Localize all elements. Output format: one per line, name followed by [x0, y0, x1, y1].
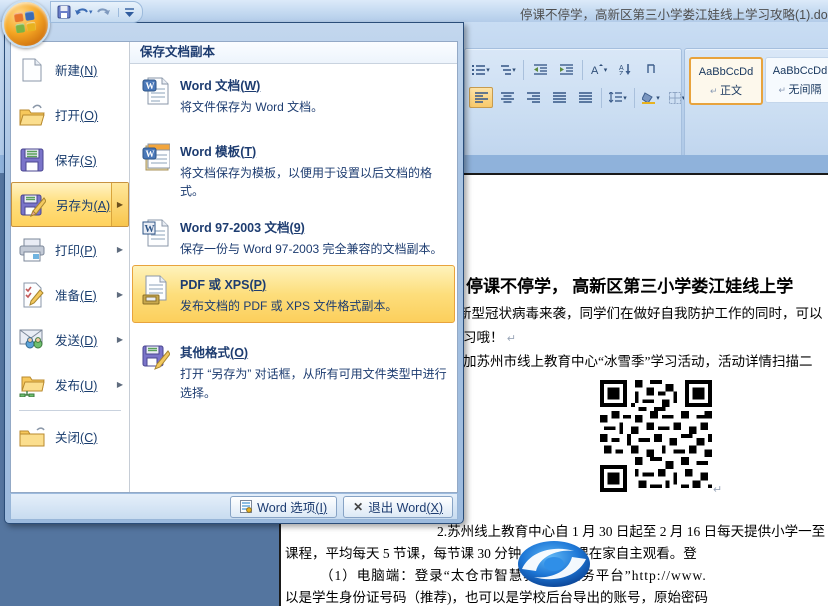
menu-separator [19, 410, 121, 411]
office-menu-left-column: 新建N 打开O 保存S [11, 42, 129, 492]
document-heading: 停课不停学， 高新区第三小学娄江娃线上学 [466, 272, 793, 297]
menu-item-print[interactable]: 打印P ▶ [11, 227, 129, 272]
submenu-item-word-document[interactable]: W Word 文档W 将文件保存为 Word 文档。 [132, 66, 455, 124]
save-as-floppy-pencil-icon [18, 192, 48, 218]
close-folder-icon [17, 427, 47, 447]
svg-text:A: A [591, 65, 599, 75]
style-name: 无间隔 [766, 81, 828, 97]
open-folder-icon [17, 104, 47, 126]
send-email-icon [17, 329, 47, 351]
numbering-button[interactable]: ▾ [469, 59, 493, 80]
office-logo-icon [14, 11, 37, 34]
submenu-arrow-icon: ▶ [117, 290, 123, 299]
menu-item-publish[interactable]: 发布U ▶ [11, 362, 129, 407]
save-floppy-icon [17, 148, 47, 172]
submenu-item-pdf-xps[interactable]: PDF 或 XPSP 发布文档的 PDF 或 XPS 文件格式副本。 [132, 265, 455, 323]
separator [523, 60, 524, 80]
office-button[interactable] [2, 0, 50, 48]
qat-undo-button[interactable]: ▾ [74, 6, 93, 18]
submenu-header: 保存文档副本 [130, 42, 457, 64]
align-center-button[interactable] [495, 87, 519, 108]
word-options-icon [240, 500, 252, 513]
decrease-indent-button[interactable] [528, 59, 552, 80]
align-left-button[interactable] [469, 87, 493, 108]
menu-item-prepare[interactable]: 准备E ▶ [11, 272, 129, 317]
menu-item-close[interactable]: 关闭C [11, 414, 129, 459]
asian-layout-button[interactable]: A▾ [587, 59, 611, 80]
prepare-document-icon [17, 282, 47, 308]
style-sample: AaBbCcDd [766, 65, 828, 77]
word-options-button[interactable]: Word 选项I [230, 496, 337, 518]
other-formats-icon [141, 342, 171, 402]
word-97-2003-icon: W [141, 217, 171, 259]
separator [634, 88, 635, 108]
style-normal[interactable]: AaBbCcDd 正文 [689, 57, 763, 105]
svg-text:W: W [146, 81, 155, 91]
exit-word-button[interactable]: ✕ 退出 WordX [343, 496, 453, 518]
separator [601, 88, 602, 108]
svg-text:Z: Z [619, 71, 624, 75]
menu-item-save[interactable]: 保存S [11, 137, 129, 182]
word-template-icon: W [141, 141, 171, 201]
multilevel-list-button[interactable]: ▾ [495, 59, 519, 80]
printer-icon [17, 238, 47, 262]
exit-x-icon: ✕ [353, 500, 363, 514]
office-menu: 新建N 打开O 保存S [4, 22, 464, 524]
document-line: （1）电脑端：登录“太仓市智慧教育云服务平台”http://www. [320, 564, 707, 584]
paragraph-mark-icon [713, 483, 722, 496]
separator [582, 60, 583, 80]
submenu-arrow-icon: ▶ [117, 245, 123, 254]
submenu-item-word-template[interactable]: W Word 模板T 将文档保存为模板，以便用于设置以后文档的格式。 [132, 132, 455, 208]
line-spacing-button[interactable]: ▾ [606, 87, 630, 108]
document-line: 2.苏州线上教育中心自 1 月 30 日起至 2 月 16 日每天提供小学一至 [437, 520, 825, 540]
style-sample: AaBbCcDd [691, 66, 761, 78]
submenu-item-word-97-2003[interactable]: W Word 97-2003 文档9 保存一份与 Word 97-2003 完全… [132, 208, 455, 266]
submenu-arrow-icon: ▶ [117, 335, 123, 344]
menu-item-new[interactable]: 新建N [11, 47, 129, 92]
save-as-submenu: 保存文档副本 W Word 文档W 将文件保存为 Word 文档。 W [129, 42, 457, 492]
document-line: 加苏州市线上教育中心“冰雪季”学习活动，活动详情扫描二 [463, 350, 812, 370]
document-line: 以是学生身份证号码（推荐)，也可以是学校后台导出的账号，原始密码 [285, 586, 708, 606]
submenu-arrow-icon: ▶ [117, 380, 123, 389]
increase-indent-button[interactable] [554, 59, 578, 80]
document-line: 习哦！ [463, 326, 516, 346]
qat-redo-button[interactable] [96, 6, 111, 18]
document-line: 新型冠状病毒来袭，同学们在做好自我防护工作的同时，可以 [458, 302, 823, 322]
svg-text:W: W [146, 149, 155, 159]
justify-button[interactable] [547, 87, 571, 108]
document-line: 课程，平均每天 5 节课，每节课 30 分钟。同学们课在家自主观看。登 [285, 542, 697, 562]
align-right-button[interactable] [521, 87, 545, 108]
publish-folder-icon [17, 373, 47, 397]
pdf-xps-icon [141, 274, 171, 316]
submenu-item-other-formats[interactable]: 其他格式O 打开 “另存为” 对话框，从所有可用文件类型中进行选择。 [132, 333, 455, 409]
style-no-spacing[interactable]: AaBbCcDd 无间隔 [765, 57, 828, 103]
window-title: 停课不停学，高新区第三小学娄江娃线上学习攻略(1).docx - Micr [520, 4, 828, 23]
shading-button[interactable]: ▾ [639, 87, 663, 108]
distribute-button[interactable] [573, 87, 597, 108]
paragraph-mark-icon [507, 333, 516, 345]
qat-customize-button[interactable] [118, 8, 134, 17]
qat-save-button[interactable] [57, 5, 71, 19]
qr-code [600, 380, 712, 492]
office-menu-footer: Word 选项I ✕ 退出 WordX [10, 494, 458, 520]
show-marks-button[interactable] [639, 59, 663, 80]
menu-item-send[interactable]: 发送D ▶ [11, 317, 129, 362]
submenu-arrow-icon: ▶ [111, 183, 128, 226]
sort-button[interactable]: AZ [613, 59, 637, 80]
word-document-icon: W [141, 75, 171, 117]
menu-item-save-as[interactable]: 另存为A ▶ [11, 182, 129, 227]
swirl-watermark-logo [516, 539, 592, 589]
style-name: 正文 [691, 82, 761, 98]
svg-text:W: W [145, 224, 155, 235]
word-2007-window: 停课不停学，高新区第三小学娄江娃线上学习攻略(1).docx - Micr ▾ … [0, 0, 828, 606]
quick-access-toolbar: ▾ [50, 1, 143, 23]
menu-item-open[interactable]: 打开O [11, 92, 129, 137]
new-document-icon [17, 58, 47, 82]
